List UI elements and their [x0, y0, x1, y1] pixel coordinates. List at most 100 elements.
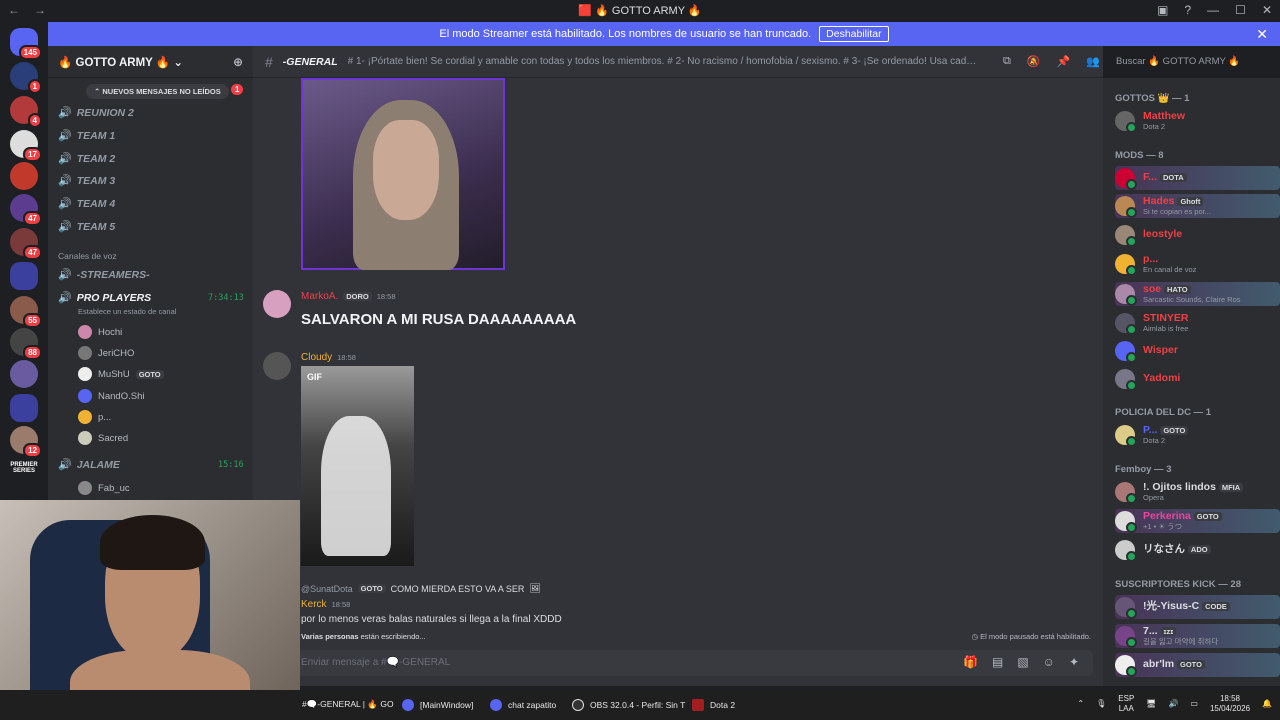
member-item[interactable]: STINYER Aimlab is free: [1115, 311, 1280, 335]
server-icon[interactable]: 88: [10, 328, 42, 360]
clock[interactable]: 18:58 15/04/2026: [1210, 694, 1250, 713]
channel-pro-players[interactable]: 🔊 PRO PLAYERS: [58, 291, 151, 305]
member-item[interactable]: !光-Yisus-C CODE: [1115, 595, 1280, 619]
server-icon[interactable]: [10, 360, 38, 388]
channel-streamers[interactable]: 🔊 -STREAMERS-: [58, 268, 150, 282]
inbox-icon[interactable]: ▣: [1157, 3, 1168, 17]
server-icon[interactable]: 17: [10, 130, 42, 162]
network-icon[interactable]: 🖥: [1146, 699, 1156, 709]
message-header: Kerck 18:58: [301, 599, 350, 610]
member-item[interactable]: abr'lm GOTO: [1115, 653, 1280, 677]
reply-reference[interactable]: @SunatDota GOTO COMO MIERDA ESTO VA A SE…: [301, 583, 541, 594]
avatar: [1115, 369, 1137, 391]
member-item[interactable]: leostyle: [1115, 223, 1280, 247]
avatar: [78, 346, 92, 360]
emoji-icon[interactable]: ☺: [1043, 655, 1055, 669]
server-icon[interactable]: 12: [10, 426, 42, 458]
member-item[interactable]: P... GOTO Dota 2: [1115, 423, 1280, 447]
author-name[interactable]: MarkoA.: [301, 291, 338, 302]
member-item[interactable]: soe HATO Sarcastic Sounds, Claire Ros: [1115, 282, 1280, 306]
gift-icon[interactable]: 🎁: [963, 655, 978, 669]
voice-user[interactable]: JeriCHO: [78, 346, 134, 360]
taskbar-chat[interactable]: chat zapatito: [490, 699, 556, 711]
member-item[interactable]: Hades Ghoft Si te copian es por...: [1115, 194, 1280, 218]
tray-up-icon[interactable]: ⌃: [1077, 699, 1084, 709]
reply-user[interactable]: @SunatDota: [301, 584, 353, 594]
avatar[interactable]: [263, 290, 291, 318]
disable-streamer-button[interactable]: Deshabilitar: [819, 26, 889, 42]
avatar[interactable]: [263, 352, 291, 380]
member-status: Dota 2: [1143, 121, 1166, 131]
help-icon[interactable]: ?: [1184, 3, 1191, 17]
apps-icon[interactable]: ✦: [1069, 655, 1079, 669]
member-item[interactable]: Perkerina GOTO +1 • ☀ うつ: [1115, 509, 1280, 533]
member-item[interactable]: !. Ojitos lindos MFIA Opera: [1115, 480, 1280, 504]
member-item[interactable]: Matthew Dota 2: [1115, 109, 1280, 133]
pin-icon[interactable]: 📌: [1057, 55, 1071, 68]
channel-team-4[interactable]: 🔊 TEAM 4: [58, 197, 115, 211]
new-messages-pill[interactable]: ⌃ NUEVOS MENSAJES NO LEÍDOS: [86, 84, 229, 99]
pill-text: NUEVOS MENSAJES NO LEÍDOS: [102, 87, 221, 96]
server-header[interactable]: 🔥 GOTTO ARMY 🔥 ⌄ ⊕: [48, 46, 253, 78]
taskbar-obs[interactable]: OBS 32.0.4 - Perfil: Sin T: [572, 699, 685, 711]
sticker-icon[interactable]: ▧: [1017, 655, 1028, 669]
channel-team-3[interactable]: 🔊 TEAM 3: [58, 174, 115, 188]
voice-user[interactable]: MuShU GOTO: [78, 367, 164, 381]
gif-attachment[interactable]: GIF: [301, 366, 414, 566]
member-name: P...: [1143, 424, 1158, 437]
mic-icon[interactable]: 🎙: [1096, 699, 1106, 709]
taskbar-dota[interactable]: Dota 2: [692, 699, 735, 711]
volume-icon[interactable]: 🔊: [1168, 699, 1178, 709]
member-item[interactable]: Wisper: [1115, 339, 1280, 363]
server-icon[interactable]: 1: [10, 62, 42, 94]
language-indicator[interactable]: ESP LAA: [1118, 694, 1134, 713]
add-member-icon[interactable]: ⊕: [233, 55, 243, 69]
server-icon[interactable]: 4: [10, 96, 42, 128]
mute-icon[interactable]: 🔕: [1027, 55, 1041, 68]
channel-status-hint[interactable]: Establece un estado de canal: [78, 307, 176, 316]
image-attachment[interactable]: [301, 78, 505, 270]
channel-team-5[interactable]: 🔊 TEAM 5: [58, 220, 115, 234]
channel-reunion-2[interactable]: 🔊 REUNION 2: [58, 106, 134, 120]
folder-icon[interactable]: [10, 394, 38, 422]
channel-team-2[interactable]: 🔊 TEAM 2: [58, 152, 115, 166]
search-input[interactable]: Buscar 🔥 GOTTO ARMY 🔥: [1110, 52, 1265, 72]
maximize-icon[interactable]: ☐: [1235, 3, 1246, 17]
author-name[interactable]: Kerck: [301, 599, 327, 610]
discord-home-icon[interactable]: 145: [10, 28, 42, 60]
member-item[interactable]: p... En canal de voz: [1115, 252, 1280, 276]
voice-user[interactable]: Fab_uc: [78, 481, 130, 495]
channel-jalame[interactable]: 🔊 JALAME: [58, 458, 120, 472]
server-icon[interactable]: 47: [10, 194, 42, 226]
premier-series-logo[interactable]: PREMIER SERIES: [6, 462, 42, 474]
voice-user[interactable]: NandO.Shi: [78, 389, 144, 403]
author-name[interactable]: Cloudy: [301, 352, 332, 363]
voice-category[interactable]: Canales de voz: [58, 251, 117, 261]
server-icon[interactable]: 47: [10, 228, 42, 260]
folder-icon[interactable]: [10, 262, 38, 290]
threads-icon[interactable]: ⧉: [1003, 55, 1011, 68]
member-item[interactable]: Yadomi: [1115, 367, 1280, 391]
channel-title: -GENERAL: [282, 55, 338, 68]
voice-user[interactable]: Sacred: [78, 431, 128, 445]
window-controls[interactable]: ▣ ? — ☐ ✕: [1157, 3, 1272, 17]
channel-team-1[interactable]: 🔊 TEAM 1: [58, 129, 115, 143]
server-icon[interactable]: [10, 162, 38, 190]
member-item[interactable]: F... DOTA: [1115, 166, 1280, 190]
badge: 145: [18, 45, 42, 60]
member-item[interactable]: リなさん ADO: [1115, 538, 1280, 562]
server-icon[interactable]: 55: [10, 296, 42, 328]
voice-user[interactable]: p...: [78, 410, 111, 424]
taskbar-discord[interactable]: #🗨️-GENERAL | 🔥 GO: [302, 699, 394, 710]
member-item[interactable]: 7... ɪᴢɪ 길을 잃고 마약에 취하다: [1115, 624, 1280, 648]
battery-icon[interactable]: ▭: [1190, 699, 1198, 709]
voice-user[interactable]: Hochi: [78, 325, 122, 339]
close-banner-icon[interactable]: ✕: [1256, 26, 1268, 43]
gif-icon[interactable]: ▤: [992, 655, 1003, 669]
notification-icon[interactable]: 🔔: [1262, 699, 1272, 709]
channel-topic[interactable]: # 1- ¡Pórtate bien! Se cordial y amable …: [348, 56, 978, 67]
members-icon[interactable]: 👥: [1086, 55, 1100, 68]
close-icon[interactable]: ✕: [1262, 3, 1272, 17]
minimize-icon[interactable]: —: [1207, 3, 1219, 17]
taskbar-mainwindow[interactable]: [MainWindow]: [402, 699, 473, 711]
